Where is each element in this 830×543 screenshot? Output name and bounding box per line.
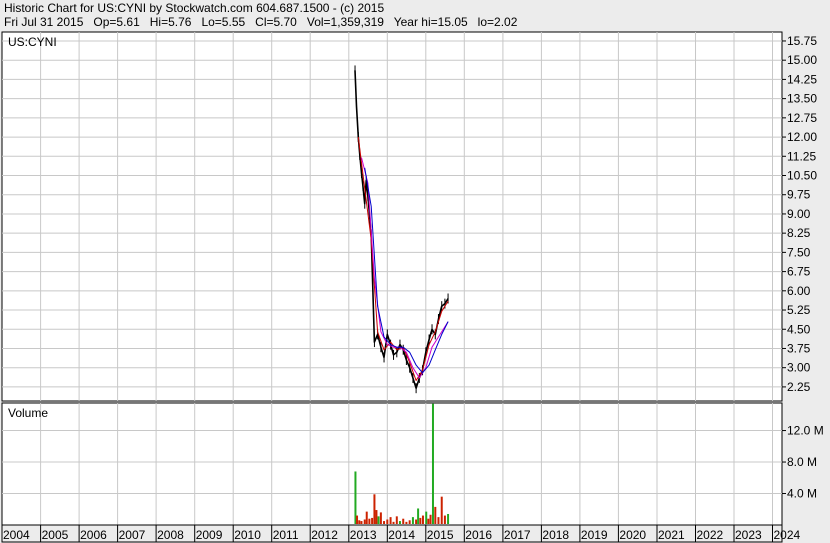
price-y-tick-label: 6.00 [787,284,811,298]
x-axis-year-label: 2018 [542,528,569,542]
x-axis-year-label: 2017 [504,528,531,542]
price-y-tick-label: 3.75 [787,341,811,355]
price-y-tick-label: 13.50 [787,92,817,106]
price-y-tick-label: 2.25 [787,380,811,394]
price-y-tick-label: 5.25 [787,303,811,317]
x-axis-year-label: 2008 [157,528,184,542]
price-y-tick-label: 7.50 [787,245,811,259]
chart-window: Historic Chart for US:CYNI by Stockwatch… [0,0,830,543]
x-axis-year-label: 2024 [774,528,801,542]
price-y-tick-label: 9.00 [787,207,811,221]
volume-panel-label: Volume [8,406,48,420]
price-y-tick-label: 15.00 [787,53,817,67]
x-axis-year-label: 2015 [427,528,454,542]
price-y-tick-label: 11.25 [787,149,816,163]
x-axis-year-label: 2007 [119,528,146,542]
x-axis-year-label: 2009 [196,528,223,542]
x-axis-year-label: 2012 [311,528,338,542]
price-y-tick-label: 6.75 [787,265,811,279]
x-axis-year-label: 2021 [658,528,685,542]
x-axis-year-label: 2020 [619,528,646,542]
x-axis: 2004 2005 2006 2007 2008 2009 2010 2011 2012 2013… [3,525,801,542]
x-axis-year-label: 2016 [465,528,492,542]
price-y-tick-label: 3.00 [787,361,811,375]
price-y-tick-label: 4.50 [787,322,811,336]
volume-y-tick-label: 8.0 M [787,455,817,469]
stock-chart: US:CYNI 15.75 15.00 14.25 13.50 12.75 12.00 11… [1,31,824,543]
volume-y-tick-label: 4.0 M [787,487,817,501]
volume-y-tick-label: 12.0 M [787,424,824,438]
price-y-tick-label: 8.25 [787,226,811,240]
volume-panel [1,402,783,526]
price-y-tick-label: 10.50 [787,169,817,183]
price-y-tick-label: 12.00 [787,130,817,144]
x-axis-year-label: 2022 [697,528,724,542]
price-y-tick-label: 12.75 [787,111,817,125]
x-axis-year-label: 2014 [388,528,415,542]
price-y-tick-label: 9.75 [787,188,811,202]
x-axis-year-label: 2005 [42,528,69,542]
price-panel-label: US:CYNI [8,35,57,49]
price-y-tick-label: 14.25 [787,72,817,86]
x-axis-year-label: 2013 [350,528,377,542]
price-y-axis: 15.75 15.00 14.25 13.50 12.75 12.00 11.25 10.50… [782,34,817,394]
volume-y-axis: 12.0 M 8.0 M 4.0 M [782,424,824,501]
x-axis-year-label: 2010 [234,528,261,542]
x-axis-year-label: 2006 [80,528,107,542]
price-y-tick-label: 15.75 [787,34,817,48]
x-axis-year-label: 2023 [735,528,762,542]
x-axis-year-label: 2011 [273,528,299,542]
x-axis-year-label: 2019 [581,528,608,542]
x-axis-year-label: 2004 [3,528,30,542]
